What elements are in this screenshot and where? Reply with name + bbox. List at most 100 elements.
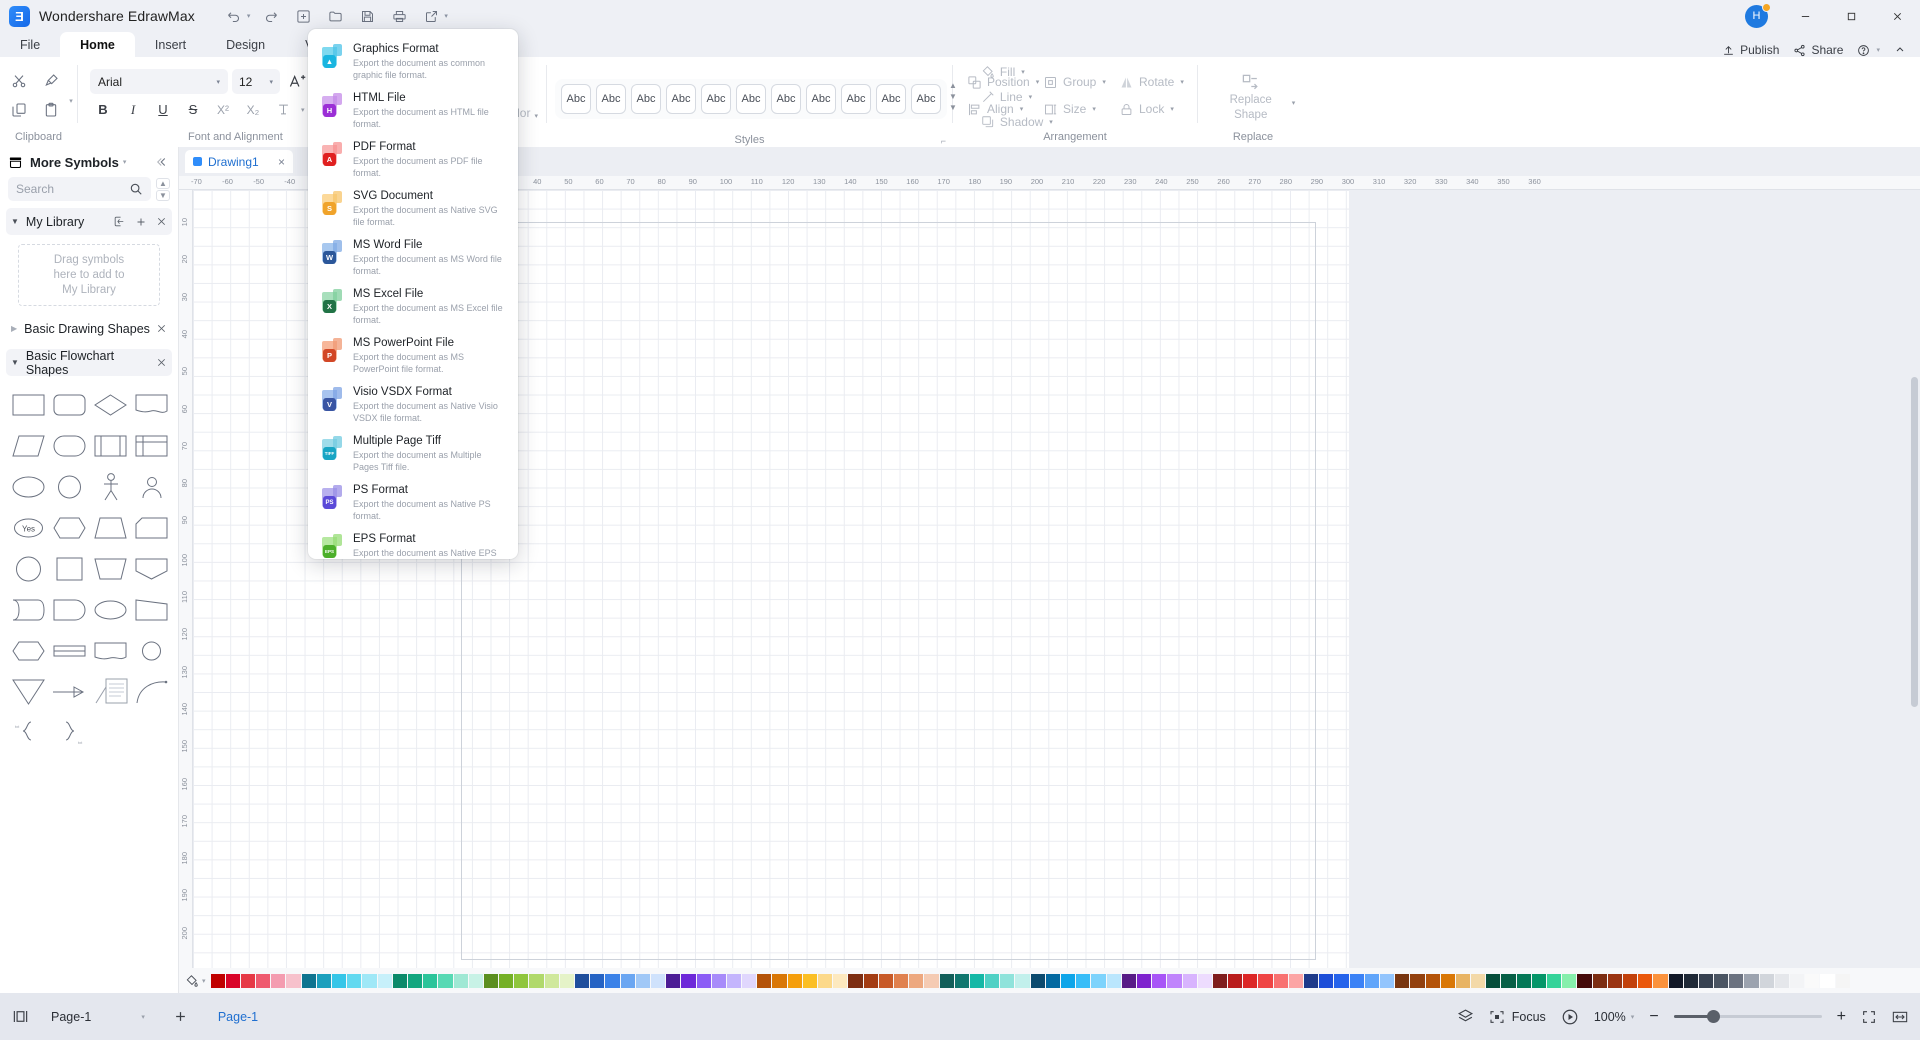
share-button[interactable]: Share [1793, 43, 1843, 57]
color-swatch[interactable] [529, 973, 544, 988]
style-swatch[interactable]: Abc [631, 83, 661, 114]
section-basic-drawing-shapes[interactable]: ▶ Basic Drawing Shapes [6, 315, 172, 342]
paste-chevron-down-icon[interactable]: ▾ [69, 97, 73, 124]
subscript-button[interactable]: X₂ [240, 97, 266, 122]
save-icon[interactable] [352, 3, 382, 29]
scroll-up-icon[interactable]: ▲ [156, 177, 170, 189]
color-swatch[interactable] [544, 973, 559, 988]
color-swatch[interactable] [1729, 973, 1744, 988]
color-swatch[interactable] [1622, 973, 1638, 988]
size-button[interactable]: Size ▾ [1043, 97, 1117, 122]
minimize-button[interactable] [1782, 0, 1828, 32]
increase-font-size-button[interactable] [284, 69, 310, 94]
position-button[interactable]: Position ▾ [967, 70, 1041, 95]
publish-button[interactable]: Publish [1722, 43, 1779, 57]
export-menu[interactable]: ▲ Graphics Format Export the document as c… [308, 29, 518, 559]
section-my-library[interactable]: ▼ My Library [6, 208, 172, 235]
avatar[interactable]: H [1745, 2, 1771, 28]
paste-button[interactable] [36, 97, 66, 124]
color-swatch[interactable] [1683, 973, 1698, 988]
shape-manual-input[interactable] [131, 589, 172, 630]
zoom-slider[interactable] [1673, 1010, 1822, 1023]
color-swatch[interactable] [924, 973, 939, 988]
shape-hexagon[interactable] [49, 507, 90, 548]
style-swatch[interactable]: Abc [596, 83, 626, 114]
style-swatch[interactable]: Abc [736, 83, 766, 114]
color-swatch[interactable] [909, 973, 924, 988]
scroll-down-icon[interactable]: ▼ [156, 189, 170, 201]
color-swatch[interactable] [1288, 973, 1304, 988]
shape-diamond[interactable] [90, 384, 131, 425]
document-tab-drawing1[interactable]: Drawing1 × [185, 150, 293, 173]
panel-scroll-buttons[interactable]: ▲ ▼ [156, 177, 170, 201]
color-swatch[interactable] [1121, 973, 1136, 988]
color-swatch[interactable] [605, 973, 620, 988]
color-swatch[interactable] [742, 973, 757, 988]
color-swatch[interactable] [863, 973, 878, 988]
export-menu-item[interactable]: A PDF Format Export the document as PDF fi… [308, 135, 518, 184]
shape-tape[interactable] [90, 630, 131, 671]
color-swatch[interactable] [1379, 973, 1395, 988]
style-swatch[interactable]: Abc [771, 83, 801, 114]
tab-design[interactable]: Design [206, 32, 285, 57]
expand-triangle-icon[interactable]: ▼ [11, 217, 19, 226]
shape-callout-note[interactable] [90, 671, 131, 712]
color-swatch[interactable] [438, 973, 453, 988]
print-icon[interactable] [384, 3, 414, 29]
close-button[interactable] [1874, 0, 1920, 32]
style-gallery[interactable]: Abc Abc Abc Abc Abc Abc Abc Abc Abc Abc Abc [555, 78, 947, 119]
maximize-button[interactable] [1828, 0, 1874, 32]
color-swatch[interactable] [1592, 973, 1607, 988]
fill-color-chevron-down-icon[interactable]: ▾ [202, 977, 206, 985]
text-style-chevron-down-icon[interactable]: ▾ [301, 106, 305, 114]
color-swatch[interactable] [1091, 973, 1106, 988]
style-swatch[interactable]: Abc [561, 83, 591, 114]
undo-icon[interactable] [219, 3, 249, 29]
color-swatch[interactable] [1243, 973, 1258, 988]
section-basic-flowchart-shapes[interactable]: ▼ Basic Flowchart Shapes [6, 349, 172, 377]
color-swatch[interactable] [650, 973, 666, 988]
color-swatch[interactable] [878, 973, 893, 988]
zoom-slider-handle[interactable] [1706, 1010, 1720, 1023]
shape-decision-yes[interactable]: Yes [8, 507, 49, 548]
color-swatch[interactable] [1061, 973, 1076, 988]
shape-internal-storage[interactable] [131, 425, 172, 466]
color-swatch[interactable] [939, 973, 954, 988]
color-swatch[interactable] [666, 973, 681, 988]
color-swatch[interactable] [1182, 973, 1197, 988]
collapse-triangle-icon[interactable]: ▶ [11, 324, 17, 333]
color-swatch[interactable] [271, 973, 286, 988]
color-swatch[interactable] [1607, 973, 1622, 988]
color-swatch[interactable] [377, 973, 392, 988]
color-swatch[interactable] [407, 973, 423, 988]
shape-trapezoid[interactable] [90, 507, 131, 548]
color-swatch[interactable] [1440, 973, 1455, 988]
color-swatch[interactable] [757, 973, 772, 988]
size-chevron-down-icon[interactable]: ▾ [1092, 105, 1096, 113]
close-section-icon[interactable] [156, 357, 167, 368]
close-tab-icon[interactable]: × [278, 155, 285, 169]
color-swatch[interactable] [1076, 973, 1091, 988]
color-swatch[interactable] [1774, 973, 1790, 988]
fill-color-button[interactable]: ▾ [185, 974, 206, 988]
color-swatch[interactable] [1349, 973, 1364, 988]
font-family-select[interactable]: Arial ▾ [90, 69, 228, 94]
close-library-icon[interactable] [156, 216, 167, 227]
shape-oval[interactable] [90, 589, 131, 630]
color-swatch[interactable] [575, 973, 590, 988]
close-section-icon[interactable] [156, 323, 167, 334]
underline-button[interactable]: U [150, 97, 176, 122]
shape-document[interactable] [131, 384, 172, 425]
format-painter-button[interactable] [36, 68, 66, 95]
page-view-icon[interactable] [12, 1009, 29, 1024]
color-swatch[interactable] [787, 973, 802, 988]
color-swatch[interactable] [1152, 973, 1167, 988]
shape-offpage-connector[interactable] [131, 548, 172, 589]
color-swatch[interactable] [286, 973, 301, 988]
shape-rounded-rectangle[interactable] [49, 384, 90, 425]
lock-button[interactable]: Lock ▾ [1119, 97, 1193, 122]
zoom-out-button[interactable]: − [1649, 1008, 1658, 1026]
styles-dialog-launcher[interactable]: ⌐ [941, 136, 946, 146]
tab-home[interactable]: Home [60, 32, 135, 57]
add-library-icon[interactable] [135, 216, 147, 228]
